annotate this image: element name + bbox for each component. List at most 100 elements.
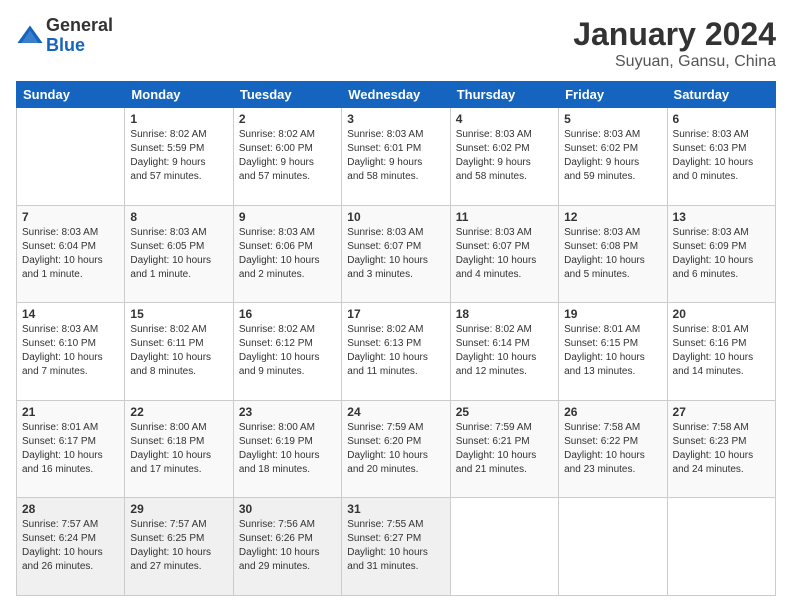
calendar-cell: 10 Sunrise: 8:03 AM Sunset: 6:07 PM Dayli… [342,205,450,303]
calendar-week-4: 21Sunrise: 8:01 AM Sunset: 6:17 PM Dayli… [17,400,776,498]
day-number: 22 [130,405,227,419]
calendar-title: January 2024 [573,16,776,53]
logo-icon [16,22,44,50]
day-info: Sunrise: 8:03 AM Sunset: 6:01 PM Dayligh… [347,128,444,184]
day-info: Sunrise: 7:55 AM Sunset: 6:27 PM Dayligh… [347,518,444,574]
day-info: Sunrise: 8:02 AM Sunset: 6:11 PM Dayligh… [130,323,227,379]
day-info: Sunrise: 8:03 AM Sunset: 6:07 PM Dayligh… [456,226,553,282]
calendar-week-5: 28 Sunrise: 7:57 AM Sunset: 6:24 PM Dayli… [17,498,776,596]
calendar-week-2: 7 Sunrise: 8:03 AM Sunset: 6:04 PM Daylig… [17,205,776,303]
day-number: 15 [130,307,227,321]
day-info: Sunrise: 8:02 AM Sunset: 5:59 PM Dayligh… [130,128,227,184]
day-number: 7 [22,210,119,224]
calendar-cell: 4 Sunrise: 8:03 AM Sunset: 6:02 PM Daylig… [450,108,558,206]
day-number: 3 [347,112,444,126]
day-info: Sunrise: 8:01 AM Sunset: 6:15 PM Dayligh… [564,323,661,379]
day-number: 10 [347,210,444,224]
calendar-cell: 31 Sunrise: 7:55 AM Sunset: 6:27 PM Dayli… [342,498,450,596]
calendar-cell: 19Sunrise: 8:01 AM Sunset: 6:15 PM Dayli… [559,303,667,401]
day-info: Sunrise: 8:00 AM Sunset: 6:18 PM Dayligh… [130,421,227,477]
day-info: Sunrise: 7:57 AM Sunset: 6:25 PM Dayligh… [130,518,227,574]
weekday-header-wednesday: Wednesday [342,82,450,108]
calendar-cell [450,498,558,596]
day-number: 2 [239,112,336,126]
calendar-cell: 18 Sunrise: 8:02 AM Sunset: 6:14 PM Dayli… [450,303,558,401]
calendar-cell: 8 Sunrise: 8:03 AM Sunset: 6:05 PM Daylig… [125,205,233,303]
calendar-cell: 13 Sunrise: 8:03 AM Sunset: 6:09 PM Dayli… [667,205,775,303]
day-number: 5 [564,112,661,126]
calendar-cell: 24Sunrise: 7:59 AM Sunset: 6:20 PM Dayli… [342,400,450,498]
calendar-cell: 1Sunrise: 8:02 AM Sunset: 5:59 PM Daylig… [125,108,233,206]
day-info: Sunrise: 8:03 AM Sunset: 6:02 PM Dayligh… [564,128,661,184]
day-number: 16 [239,307,336,321]
day-number: 27 [673,405,770,419]
weekday-header-row: SundayMondayTuesdayWednesdayThursdayFrid… [17,82,776,108]
calendar-cell [559,498,667,596]
calendar-cell: 5 Sunrise: 8:03 AM Sunset: 6:02 PM Daylig… [559,108,667,206]
logo-blue: Blue [46,35,85,55]
calendar-cell: 21Sunrise: 8:01 AM Sunset: 6:17 PM Dayli… [17,400,125,498]
day-number: 25 [456,405,553,419]
logo-general: General [46,15,113,35]
day-number: 23 [239,405,336,419]
calendar-cell: 27Sunrise: 7:58 AM Sunset: 6:23 PM Dayli… [667,400,775,498]
day-number: 12 [564,210,661,224]
weekday-header-thursday: Thursday [450,82,558,108]
calendar-cell: 14Sunrise: 8:03 AM Sunset: 6:10 PM Dayli… [17,303,125,401]
day-number: 17 [347,307,444,321]
weekday-header-monday: Monday [125,82,233,108]
title-block: January 2024 Suyuan, Gansu, China [573,16,776,71]
calendar-subtitle: Suyuan, Gansu, China [573,53,776,71]
calendar-cell: 6 Sunrise: 8:03 AM Sunset: 6:03 PM Daylig… [667,108,775,206]
day-number: 6 [673,112,770,126]
calendar-cell: 2 Sunrise: 8:02 AM Sunset: 6:00 PM Daylig… [233,108,341,206]
day-info: Sunrise: 8:03 AM Sunset: 6:07 PM Dayligh… [347,226,444,282]
calendar-week-1: 1Sunrise: 8:02 AM Sunset: 5:59 PM Daylig… [17,108,776,206]
calendar-cell: 9Sunrise: 8:03 AM Sunset: 6:06 PM Daylig… [233,205,341,303]
calendar-cell: 15 Sunrise: 8:02 AM Sunset: 6:11 PM Dayli… [125,303,233,401]
day-info: Sunrise: 7:56 AM Sunset: 6:26 PM Dayligh… [239,518,336,574]
day-number: 24 [347,405,444,419]
calendar-cell: 22 Sunrise: 8:00 AM Sunset: 6:18 PM Dayli… [125,400,233,498]
calendar-cell: 12 Sunrise: 8:03 AM Sunset: 6:08 PM Dayli… [559,205,667,303]
day-number: 28 [22,502,119,516]
calendar-cell: 11Sunrise: 8:03 AM Sunset: 6:07 PM Dayli… [450,205,558,303]
day-number: 8 [130,210,227,224]
calendar-cell: 20 Sunrise: 8:01 AM Sunset: 6:16 PM Dayli… [667,303,775,401]
calendar-cell: 16Sunrise: 8:02 AM Sunset: 6:12 PM Dayli… [233,303,341,401]
day-number: 14 [22,307,119,321]
day-info: Sunrise: 8:03 AM Sunset: 6:05 PM Dayligh… [130,226,227,282]
day-number: 30 [239,502,336,516]
day-number: 9 [239,210,336,224]
day-info: Sunrise: 8:03 AM Sunset: 6:02 PM Dayligh… [456,128,553,184]
day-number: 29 [130,502,227,516]
day-number: 21 [22,405,119,419]
day-info: Sunrise: 7:59 AM Sunset: 6:21 PM Dayligh… [456,421,553,477]
day-number: 4 [456,112,553,126]
day-info: Sunrise: 8:02 AM Sunset: 6:00 PM Dayligh… [239,128,336,184]
page: General Blue January 2024 Suyuan, Gansu,… [0,0,792,612]
logo-text: General Blue [46,16,113,56]
calendar-cell: 7 Sunrise: 8:03 AM Sunset: 6:04 PM Daylig… [17,205,125,303]
calendar-cell [667,498,775,596]
day-info: Sunrise: 7:58 AM Sunset: 6:22 PM Dayligh… [564,421,661,477]
weekday-header-friday: Friday [559,82,667,108]
calendar-cell: 29 Sunrise: 7:57 AM Sunset: 6:25 PM Dayli… [125,498,233,596]
day-info: Sunrise: 8:03 AM Sunset: 6:03 PM Dayligh… [673,128,770,184]
day-info: Sunrise: 8:03 AM Sunset: 6:08 PM Dayligh… [564,226,661,282]
day-info: Sunrise: 8:01 AM Sunset: 6:16 PM Dayligh… [673,323,770,379]
day-number: 18 [456,307,553,321]
day-info: Sunrise: 8:02 AM Sunset: 6:14 PM Dayligh… [456,323,553,379]
calendar-cell: 23Sunrise: 8:00 AM Sunset: 6:19 PM Dayli… [233,400,341,498]
calendar-week-3: 14Sunrise: 8:03 AM Sunset: 6:10 PM Dayli… [17,303,776,401]
calendar-cell: 17Sunrise: 8:02 AM Sunset: 6:13 PM Dayli… [342,303,450,401]
calendar-cell: 25 Sunrise: 7:59 AM Sunset: 6:21 PM Dayli… [450,400,558,498]
day-number: 31 [347,502,444,516]
weekday-header-saturday: Saturday [667,82,775,108]
calendar-cell: 26Sunrise: 7:58 AM Sunset: 6:22 PM Dayli… [559,400,667,498]
day-number: 13 [673,210,770,224]
day-number: 20 [673,307,770,321]
day-info: Sunrise: 7:57 AM Sunset: 6:24 PM Dayligh… [22,518,119,574]
day-info: Sunrise: 8:03 AM Sunset: 6:04 PM Dayligh… [22,226,119,282]
day-info: Sunrise: 8:03 AM Sunset: 6:09 PM Dayligh… [673,226,770,282]
